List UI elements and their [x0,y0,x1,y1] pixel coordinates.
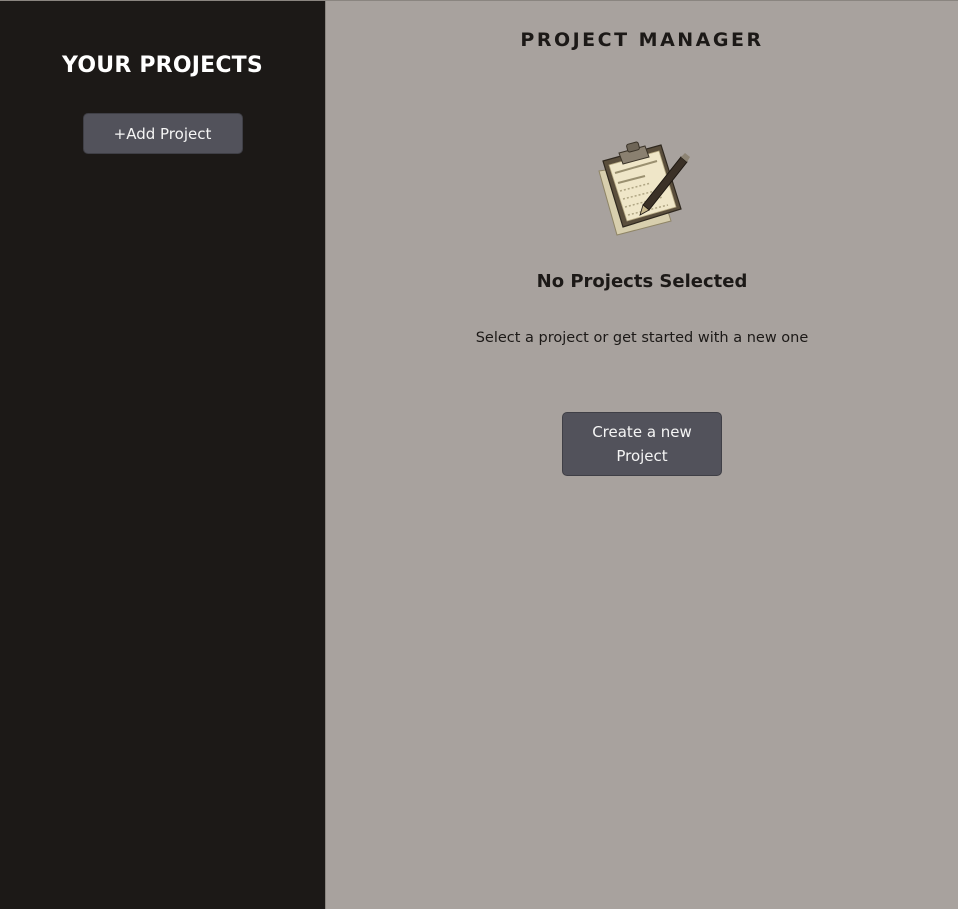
create-project-button[interactable]: Create a new Project [562,412,722,476]
sidebar-title: YOUR PROJECTS [62,53,263,78]
empty-state-description: Select a project or get started with a n… [475,330,809,346]
app-title: PROJECT MANAGER [520,29,764,51]
main-content: PROJECT MANAGER No Projects Selected Sel… [326,1,958,909]
clipboard-with-pen-icon [583,129,701,247]
empty-state-heading: No Projects Selected [536,271,748,292]
app-root: YOUR PROJECTS +Add Project PROJECT MANAG… [0,0,958,909]
add-project-button[interactable]: +Add Project [82,113,243,154]
projects-sidebar: YOUR PROJECTS +Add Project [0,1,326,909]
